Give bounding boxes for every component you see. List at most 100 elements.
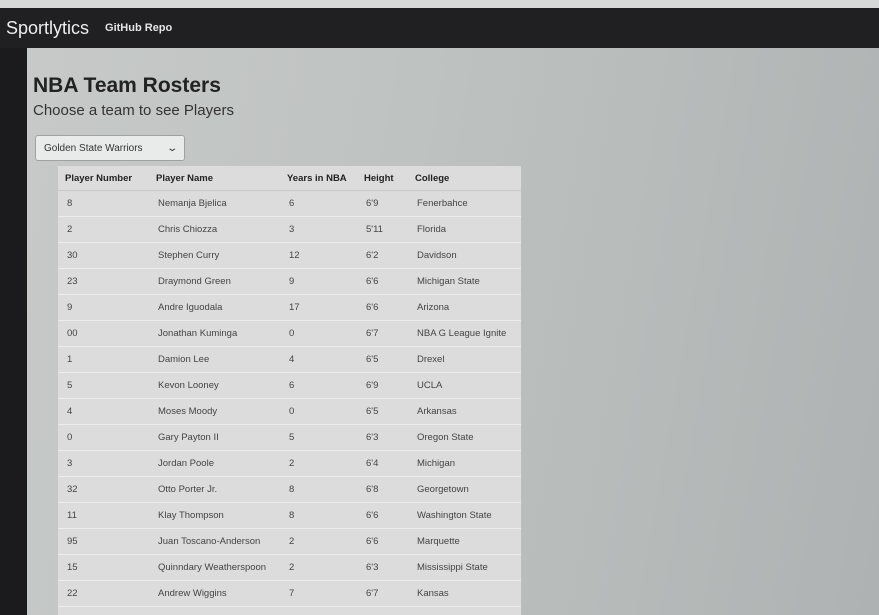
roster-body: 8 Nemanja Bjelica 6 6'9 Fenerbahce 2 Chris Chi…: [58, 190, 521, 615]
table-row: 32 Otto Porter Jr. 8 6'8 Georgetown: [58, 476, 521, 503]
table-row: 2 Chris Chiozza 3 5'11 Florida: [58, 216, 521, 243]
college-cell: Michigan: [408, 450, 521, 477]
college-cell: Marquette: [408, 528, 521, 555]
college-cell: Drexel: [408, 346, 521, 373]
years-in-nba-cell: 3: [280, 216, 357, 243]
player-name-cell: Jordan Poole: [149, 450, 280, 477]
player-name-cell: Juan Toscano-Anderson: [149, 528, 280, 555]
years-in-nba-cell: 8: [280, 502, 357, 529]
years-in-nba-cell: 0: [280, 320, 357, 347]
player-number-cell: 2: [58, 216, 149, 243]
table-row: 00 Jonathan Kuminga 0 6'7 NBA G League Ignit…: [58, 320, 521, 347]
years-in-nba-cell: 2: [280, 528, 357, 555]
player-name-cell: Kevon Looney: [149, 372, 280, 399]
roster-table: Player Number Player Name Years in NBA H…: [58, 166, 521, 615]
table-row: 11 Klay Thompson 8 6'6 Washington State: [58, 502, 521, 529]
header-player-name[interactable]: Player Name: [149, 166, 280, 191]
header-years-in-nba[interactable]: Years in NBA: [280, 166, 357, 191]
roster-table-container: Player Number Player Name Years in NBA H…: [58, 166, 521, 615]
college-cell: Davidson: [408, 242, 521, 269]
years-in-nba-cell: 12: [280, 242, 357, 269]
screen: Sportlytics GitHub Repo NBA Team Rosters…: [0, 0, 879, 615]
team-select-value: Golden State Warriors: [44, 142, 143, 154]
player-number-cell: 8: [58, 190, 149, 217]
player-name-cell: Klay Thompson: [149, 502, 280, 529]
player-name-cell: Nemanja Bjelica: [149, 190, 280, 217]
table-row: 0 Gary Payton II 5 6'3 Oregon State: [58, 424, 521, 451]
height-cell: 6'2: [357, 242, 408, 269]
height-cell: 6'6: [357, 294, 408, 321]
table-row: 95 Juan Toscano-Anderson 2 6'6 Marquette: [58, 528, 521, 555]
player-number-cell: 9: [58, 294, 149, 321]
height-cell: 6'3: [357, 554, 408, 581]
table-row: Memphis: [58, 606, 521, 615]
years-in-nba-cell: 6: [280, 190, 357, 217]
player-name-cell: Moses Moody: [149, 398, 280, 425]
years-in-nba-cell: 9: [280, 268, 357, 295]
height-cell: 6'6: [357, 528, 408, 555]
height-cell: 6'6: [357, 502, 408, 529]
header-college[interactable]: College: [408, 166, 521, 191]
height-cell: 6'9: [357, 190, 408, 217]
chevron-down-icon: ⌄: [165, 142, 178, 154]
years-in-nba-cell: 8: [280, 476, 357, 503]
header-player-number[interactable]: Player Number: [58, 166, 149, 191]
player-name-cell: Quinndary Weatherspoon: [149, 554, 280, 581]
years-in-nba-cell: 6: [280, 372, 357, 399]
college-cell: Georgetown: [408, 476, 521, 503]
table-row: 9 Andre Iguodala 17 6'6 Arizona: [58, 294, 521, 321]
team-select[interactable]: Golden State Warriors ⌄: [35, 135, 185, 161]
player-name-cell: Stephen Curry: [149, 242, 280, 269]
player-name-cell: Gary Payton II: [149, 424, 280, 451]
player-name-cell: [149, 606, 280, 615]
table-row: 22 Andrew Wiggins 7 6'7 Kansas: [58, 580, 521, 607]
college-cell: Memphis: [408, 606, 521, 615]
player-name-cell: Jonathan Kuminga: [149, 320, 280, 347]
college-cell: Oregon State: [408, 424, 521, 451]
years-in-nba-cell: 7: [280, 580, 357, 607]
years-in-nba-cell: 0: [280, 398, 357, 425]
height-cell: 6'4: [357, 450, 408, 477]
height-cell: 6'7: [357, 320, 408, 347]
table-row: 5 Kevon Looney 6 6'9 UCLA: [58, 372, 521, 399]
player-number-cell: 23: [58, 268, 149, 295]
years-in-nba-cell: 5: [280, 424, 357, 451]
player-name-cell: Andre Iguodala: [149, 294, 280, 321]
college-cell: UCLA: [408, 372, 521, 399]
player-name-cell: Draymond Green: [149, 268, 280, 295]
years-in-nba-cell: [280, 606, 357, 615]
header-height[interactable]: Height: [357, 166, 408, 191]
player-number-cell: 4: [58, 398, 149, 425]
brand-link[interactable]: Sportlytics: [6, 18, 89, 39]
years-in-nba-cell: 4: [280, 346, 357, 373]
player-number-cell: 22: [58, 580, 149, 607]
table-row: 23 Draymond Green 9 6'6 Michigan State: [58, 268, 521, 295]
years-in-nba-cell: 2: [280, 554, 357, 581]
height-cell: 6'9: [357, 372, 408, 399]
table-row: 15 Quinndary Weatherspoon 2 6'3 Mississippi …: [58, 554, 521, 581]
player-number-cell: 1: [58, 346, 149, 373]
player-name-cell: Andrew Wiggins: [149, 580, 280, 607]
table-header-row: Player Number Player Name Years in NBA H…: [58, 166, 521, 191]
college-cell: Arkansas: [408, 398, 521, 425]
player-number-cell: 32: [58, 476, 149, 503]
college-cell: Washington State: [408, 502, 521, 529]
player-number-cell: 95: [58, 528, 149, 555]
college-cell: Arizona: [408, 294, 521, 321]
page-title: NBA Team Rosters: [33, 74, 221, 97]
college-cell: Michigan State: [408, 268, 521, 295]
height-cell: 6'6: [357, 268, 408, 295]
player-name-cell: Otto Porter Jr.: [149, 476, 280, 503]
player-number-cell: [58, 606, 149, 615]
player-number-cell: 0: [58, 424, 149, 451]
github-repo-link[interactable]: GitHub Repo: [105, 22, 172, 34]
navbar: Sportlytics GitHub Repo: [0, 8, 879, 48]
height-cell: 6'7: [357, 580, 408, 607]
player-name-cell: Chris Chiozza: [149, 216, 280, 243]
college-cell: Fenerbahce: [408, 190, 521, 217]
player-number-cell: 3: [58, 450, 149, 477]
player-number-cell: 30: [58, 242, 149, 269]
height-cell: 6'5: [357, 398, 408, 425]
height-cell: [357, 606, 408, 615]
table-row: 4 Moses Moody 0 6'5 Arkansas: [58, 398, 521, 425]
